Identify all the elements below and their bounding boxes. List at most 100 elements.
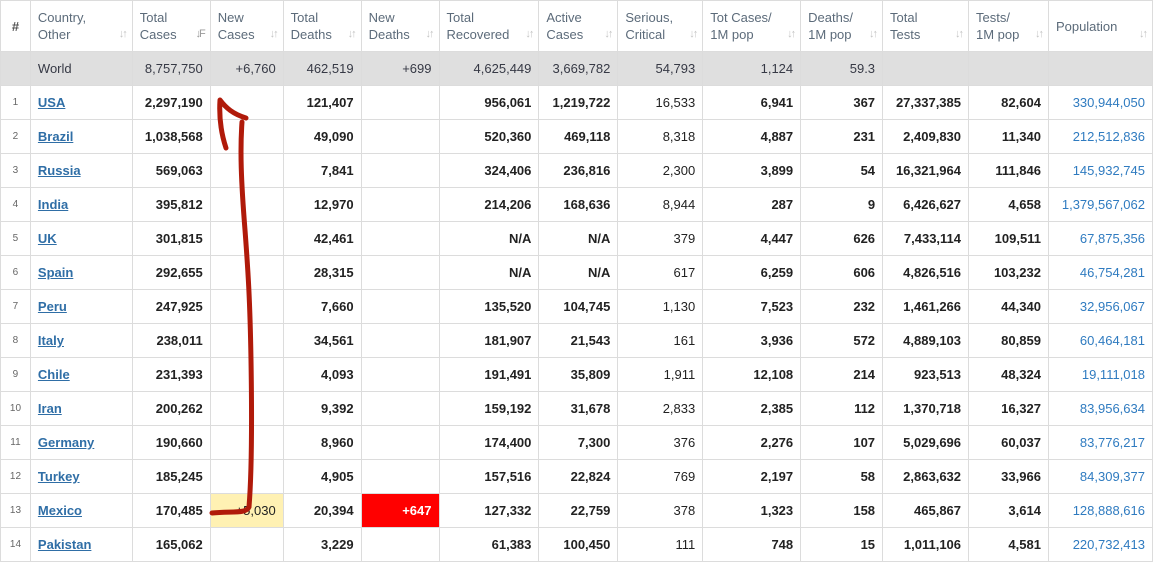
cell-new-cases	[209, 255, 284, 290]
cell-deaths-1m: 58	[800, 459, 884, 494]
header-population[interactable]: Population ↓↑	[1047, 0, 1153, 52]
country-link[interactable]: UK	[38, 231, 57, 246]
cell-idx: 2	[0, 119, 31, 154]
header-deaths-1m[interactable]: Deaths/1M pop ↓↑	[800, 0, 884, 52]
cell-idx: 13	[0, 493, 31, 528]
cell-new-deaths	[360, 391, 440, 426]
header-total-tests-line1: Total	[890, 10, 918, 25]
country-link[interactable]: Mexico	[38, 503, 82, 518]
cell-idx: 9	[0, 357, 31, 392]
sort-icon[interactable]: ↓↑	[787, 26, 796, 43]
cell-total-deaths: 42,461	[282, 221, 362, 256]
cell-population[interactable]: 83,776,217	[1047, 425, 1153, 460]
country-link[interactable]: Germany	[38, 435, 94, 450]
header-new-cases[interactable]: New Cases ↓↑	[209, 0, 284, 52]
cell-tot-cases-1m: 6,259	[702, 255, 802, 290]
cell-total-tests: 1,370,718	[882, 391, 970, 426]
cell-population[interactable]: 1,379,567,062	[1047, 187, 1153, 222]
world-total-deaths: 462,519	[282, 51, 362, 86]
cell-tests-1m: 11,340	[968, 119, 1049, 154]
cell-total-recovered: 214,206	[438, 187, 540, 222]
cell-new-cases: +5,030	[209, 493, 284, 528]
world-tot-cases-1m: 1,124	[702, 51, 802, 86]
cell-total-cases: 1,038,568	[131, 119, 211, 154]
sort-icon[interactable]: ↓↑	[689, 26, 698, 43]
header-new-deaths[interactable]: New Deaths ↓↑	[360, 0, 440, 52]
country-link[interactable]: Spain	[38, 265, 73, 280]
cell-total-tests: 2,863,632	[882, 459, 970, 494]
cell-tests-1m: 16,327	[968, 391, 1049, 426]
sort-icon[interactable]: ↓↑	[1035, 26, 1044, 43]
cell-total-recovered: 191,491	[438, 357, 540, 392]
country-link[interactable]: Russia	[38, 163, 81, 178]
country-link[interactable]: Peru	[38, 299, 67, 314]
cell-active-cases: 104,745	[538, 289, 619, 324]
header-tot-cases-1m[interactable]: Tot Cases/1M pop ↓↑	[702, 0, 802, 52]
cell-idx: 4	[0, 187, 31, 222]
country-link[interactable]: Pakistan	[38, 537, 91, 552]
cell-new-cases	[209, 425, 284, 460]
cell-population[interactable]: 145,932,745	[1047, 153, 1153, 188]
cell-new-deaths	[360, 119, 440, 154]
cell-idx: 5	[0, 221, 31, 256]
cell-idx: 6	[0, 255, 31, 290]
cell-population[interactable]: 330,944,050	[1047, 85, 1153, 120]
header-total-deaths[interactable]: Total Deaths ↓↑	[282, 0, 362, 52]
cell-population[interactable]: 60,464,181	[1047, 323, 1153, 358]
cell-deaths-1m: 214	[800, 357, 884, 392]
sort-icon[interactable]: ↓↑	[525, 26, 534, 43]
header-total-cases-line2: Cases	[139, 27, 177, 42]
header-tot-cases-1m-line2: 1M pop	[710, 27, 754, 42]
header-total-recovered-line1: Total	[446, 10, 474, 25]
sort-icon[interactable]: ↓↑	[869, 26, 878, 43]
header-tot-cases-1m-line1: Tot Cases/	[710, 10, 772, 25]
cell-population[interactable]: 46,754,281	[1047, 255, 1153, 290]
sort-icon[interactable]: ↓↑	[348, 26, 357, 43]
sort-icon[interactable]: ↓↑	[119, 26, 128, 43]
country-link[interactable]: India	[38, 197, 68, 212]
cell-deaths-1m: 158	[800, 493, 884, 528]
cell-tot-cases-1m: 6,941	[702, 85, 802, 120]
country-link[interactable]: Chile	[38, 367, 70, 382]
country-link[interactable]: Italy	[38, 333, 64, 348]
cell-new-deaths	[360, 221, 440, 256]
country-link[interactable]: Iran	[38, 401, 62, 416]
sort-icon[interactable]: ↓↑	[270, 26, 279, 43]
cell-serious-critical: 769	[617, 459, 704, 494]
sort-icon[interactable]: ↓↑	[1139, 26, 1148, 43]
header-total-tests[interactable]: Total Tests ↓↑	[882, 0, 970, 52]
country-link[interactable]: Brazil	[38, 129, 73, 144]
cell-population[interactable]: 84,309,377	[1047, 459, 1153, 494]
header-total-cases[interactable]: Total Cases ↓F	[131, 0, 211, 52]
cell-population[interactable]: 67,875,356	[1047, 221, 1153, 256]
country-link[interactable]: Turkey	[38, 469, 80, 484]
country-link[interactable]: USA	[38, 95, 65, 110]
cell-total-recovered: N/A	[438, 221, 540, 256]
sort-icon[interactable]: ↓↑	[426, 26, 435, 43]
cell-country: Iran	[29, 391, 133, 426]
cell-total-tests: 2,409,830	[882, 119, 970, 154]
sort-icon[interactable]: ↓↑	[604, 26, 613, 43]
cell-total-cases: 569,063	[131, 153, 211, 188]
header-tests-1m[interactable]: Tests/1M pop ↓↑	[968, 0, 1049, 52]
cell-population[interactable]: 83,956,634	[1047, 391, 1153, 426]
cell-population[interactable]: 220,732,413	[1047, 527, 1153, 562]
cell-population[interactable]: 19,111,018	[1047, 357, 1153, 392]
cell-population[interactable]: 128,888,616	[1047, 493, 1153, 528]
cell-population[interactable]: 212,512,836	[1047, 119, 1153, 154]
cell-total-cases: 292,655	[131, 255, 211, 290]
cell-population[interactable]: 32,956,067	[1047, 289, 1153, 324]
sort-icon[interactable]: ↓↑	[955, 26, 964, 43]
cell-deaths-1m: 572	[800, 323, 884, 358]
header-active-cases[interactable]: Active Cases ↓↑	[538, 0, 619, 52]
cell-total-tests: 4,826,516	[882, 255, 970, 290]
world-new-deaths: +699	[360, 51, 440, 86]
cell-tot-cases-1m: 287	[702, 187, 802, 222]
sort-desc-icon[interactable]: ↓F	[196, 26, 206, 43]
header-serious-critical[interactable]: Serious, Critical ↓↑	[617, 0, 704, 52]
header-total-recovered[interactable]: Total Recovered ↓↑	[438, 0, 540, 52]
header-row: # Country, Other ↓↑ Total Cases ↓F New Cases ↓…	[0, 0, 1153, 52]
header-country[interactable]: Country, Other ↓↑	[29, 0, 133, 52]
cell-deaths-1m: 112	[800, 391, 884, 426]
header-serious-critical-line1: Serious,	[625, 10, 674, 25]
